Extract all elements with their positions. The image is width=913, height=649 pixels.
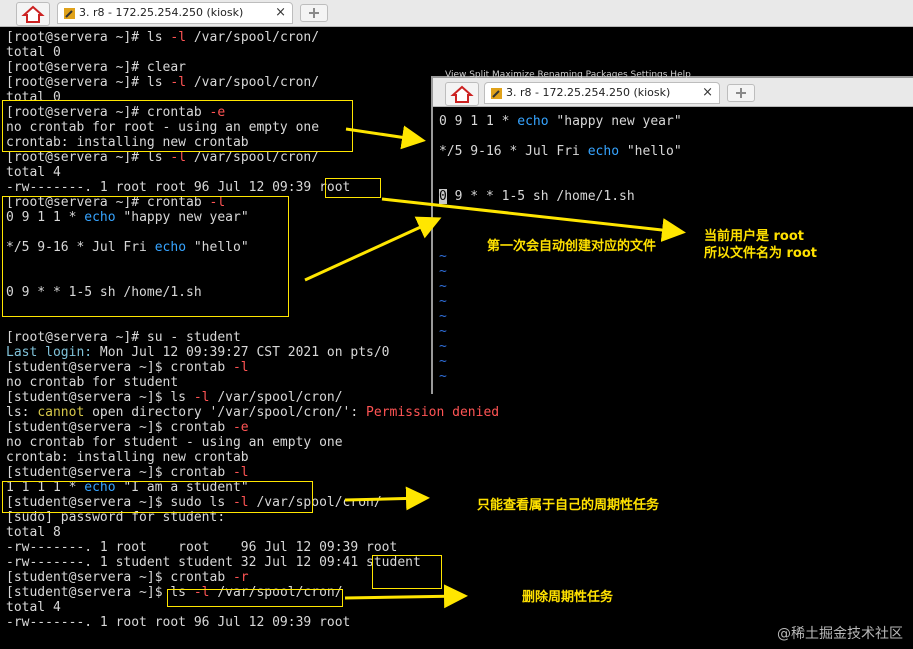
annotation-arrows: [304, 125, 686, 609]
arrow-root-file: [381, 197, 686, 242]
note-own-only: 只能查看属于自己的周期性任务: [477, 498, 660, 513]
note-auto-create: 第一次会自动创建对应的文件: [487, 239, 657, 254]
note-delete-task: 删除周期性任务: [522, 590, 614, 605]
arrow-delete: [344, 584, 468, 609]
arrow-to-overlay: [345, 125, 426, 150]
arrow-crontab-l: [304, 216, 442, 282]
note-current-user: 当前用户是 root 所以文件名为 root: [704, 229, 818, 261]
arrow-own-only: [344, 486, 430, 511]
watermark: @稀土掘金技术社区: [777, 626, 903, 642]
